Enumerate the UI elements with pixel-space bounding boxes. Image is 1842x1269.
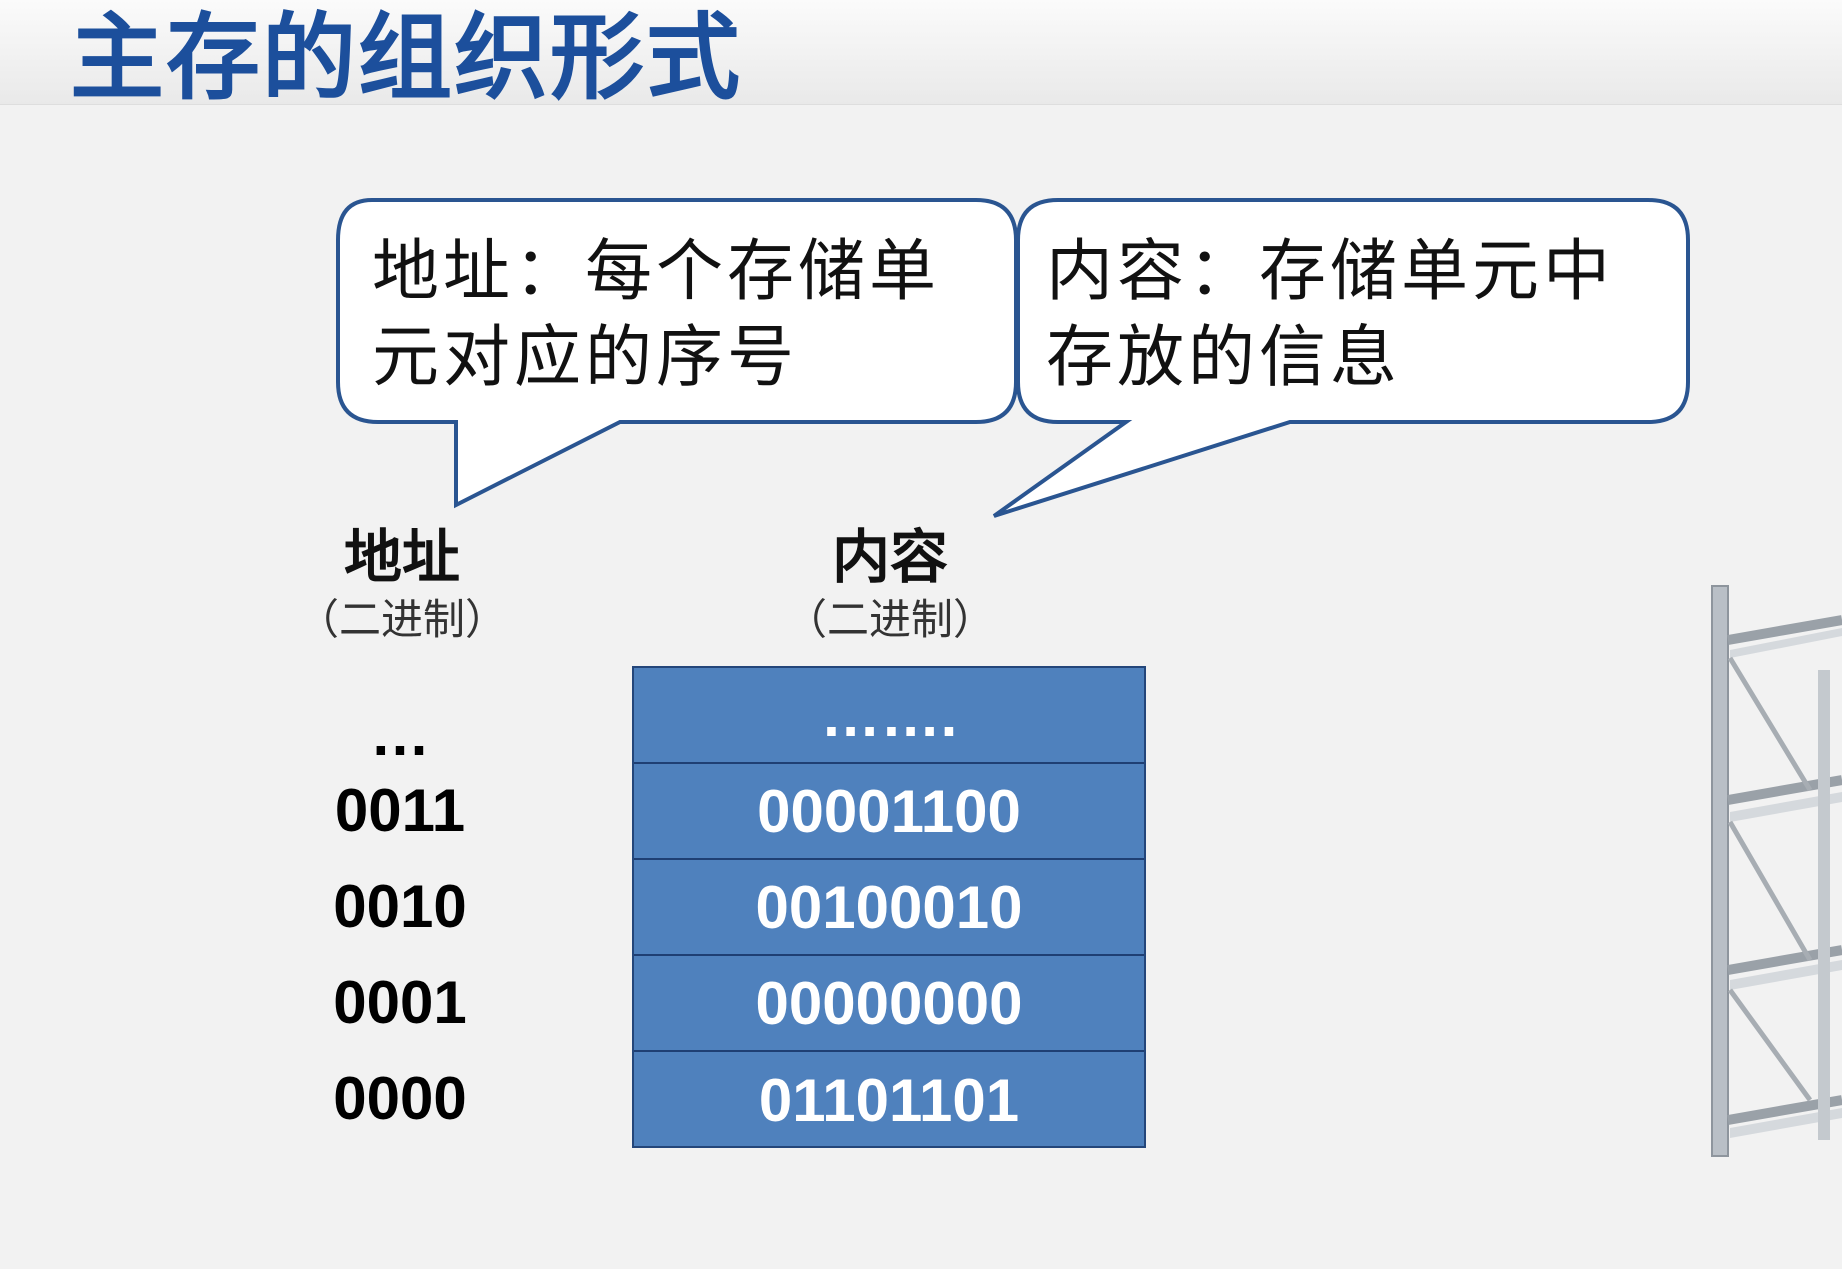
content-callout-text: 内容：存储单元中 存放的信息 xyxy=(1046,228,1614,400)
memory-cell-0001: 00000000 xyxy=(634,956,1144,1052)
content-column-sublabel: （二进制） xyxy=(784,595,995,644)
storage-shelf-image xyxy=(1711,585,1842,1157)
address-column-header: 地址 （二进制） xyxy=(272,522,532,648)
address-callout-line2: 元对应的序号 xyxy=(372,318,798,396)
memory-cell-0011: 00001100 xyxy=(634,764,1144,860)
memory-cells-table: ……. 00001100 00100010 00000000 01101101 xyxy=(632,666,1146,1148)
address-0001: 0001 xyxy=(333,969,467,1036)
address-ellipsis: … xyxy=(370,701,430,768)
content-column-label: 内容 xyxy=(831,523,948,591)
address-callout-line1: 地址：每个存储单 xyxy=(372,232,940,310)
memory-cell-0000: 01101101 xyxy=(758,1066,1020,1134)
address-column-sublabel: （二进制） xyxy=(296,595,507,644)
content-callout-line2: 存放的信息 xyxy=(1046,318,1401,396)
memory-cell-0010: 00100010 xyxy=(634,860,1144,956)
content-column-header: 内容 （二进制） xyxy=(760,522,1020,648)
address-0010: 0010 xyxy=(333,873,467,940)
address-0000: 0000 xyxy=(333,1065,467,1132)
content-callout-line1: 内容：存储单元中 xyxy=(1046,232,1614,310)
address-0011: 0011 xyxy=(334,777,466,844)
address-callout-text: 地址：每个存储单 元对应的序号 xyxy=(372,228,940,400)
address-column-label: 地址 xyxy=(343,523,460,591)
memory-cell-ellipsis: ……. xyxy=(634,668,1144,764)
